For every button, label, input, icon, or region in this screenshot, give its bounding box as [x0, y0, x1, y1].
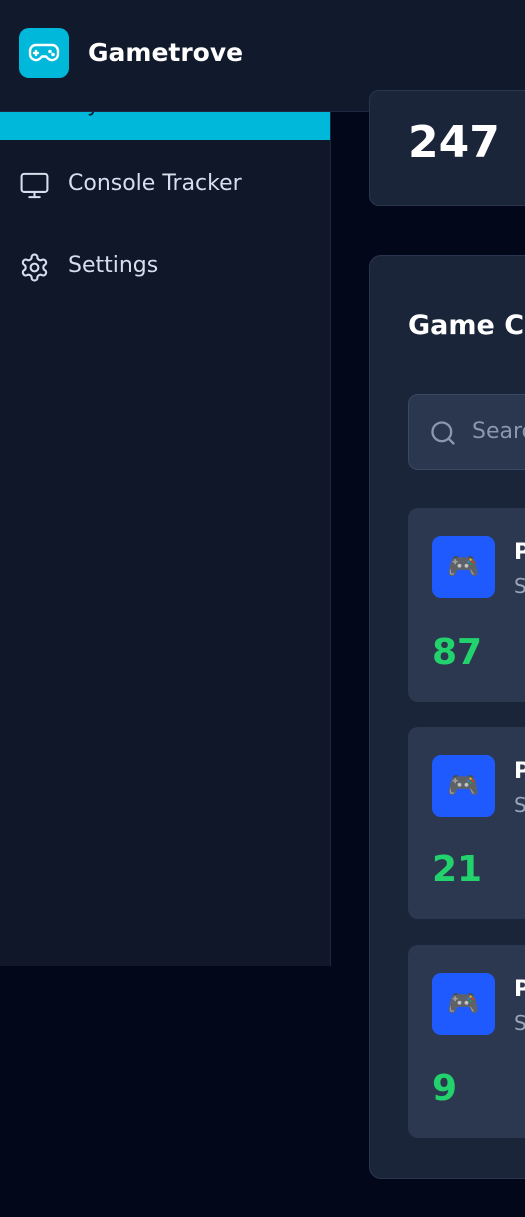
game-count: 9 — [432, 1068, 458, 1109]
sidebar-item-label: Console Tracker — [68, 171, 242, 196]
game-subtitle: S — [514, 1011, 525, 1035]
game-count: 21 — [432, 849, 483, 890]
game-title: P — [514, 759, 525, 784]
game-card[interactable]: 🎮 P S 9 — [408, 945, 525, 1138]
search-icon — [431, 421, 455, 445]
gamepad-logo-icon[interactable] — [19, 28, 69, 78]
game-thumbnail: 🎮 — [432, 755, 495, 817]
sidebar: My Collection Console Tracker Settings — [0, 0, 331, 966]
collection-panel: Game Collection Search 🎮 P S 87 🎮 P S 21 — [369, 255, 525, 1179]
game-count: 87 — [432, 632, 483, 673]
gamepad-icon: 🎮 — [447, 989, 480, 1019]
game-card[interactable]: 🎮 P S 87 — [408, 508, 525, 702]
sidebar-item-settings[interactable]: Settings — [0, 237, 330, 297]
game-thumbnail: 🎮 — [432, 973, 495, 1035]
sidebar-item-console-tracker[interactable]: Console Tracker — [0, 155, 330, 215]
game-thumbnail: 🎮 — [432, 536, 495, 598]
stat-value: 247 — [408, 117, 500, 168]
stat-card: 247 — [369, 90, 525, 206]
game-card[interactable]: 🎮 P S 21 — [408, 727, 525, 919]
panel-title: Game Collection — [408, 310, 525, 341]
app-root: My Collection Console Tracker Settings — [0, 0, 525, 1217]
sidebar-item-label: Settings — [68, 253, 159, 278]
gamepad-icon: 🎮 — [447, 771, 480, 801]
search-placeholder: Search — [472, 419, 525, 444]
game-subtitle: S — [514, 574, 525, 598]
game-subtitle: S — [514, 793, 525, 817]
search-input[interactable]: Search — [408, 394, 525, 470]
game-title: P — [514, 977, 525, 1002]
app-name[interactable]: Gametrove — [88, 38, 243, 67]
gamepad-icon: 🎮 — [447, 552, 480, 582]
monitor-icon — [19, 170, 50, 201]
game-title: P — [514, 540, 525, 565]
gear-icon — [19, 252, 50, 283]
